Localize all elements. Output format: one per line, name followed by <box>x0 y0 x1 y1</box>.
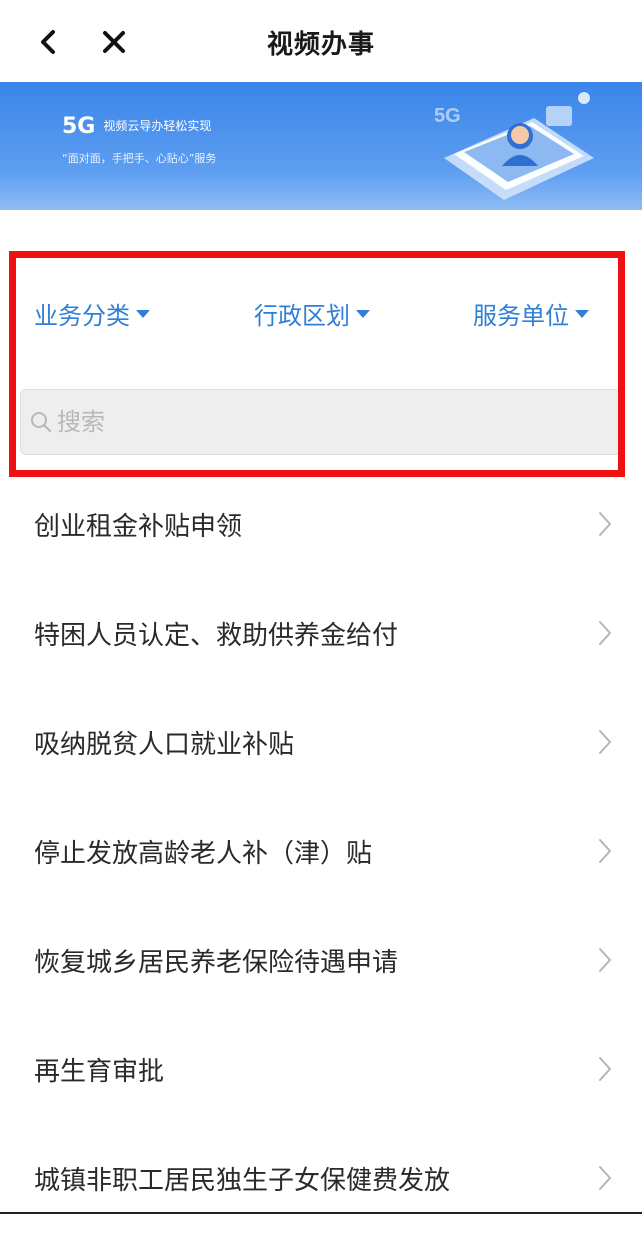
banner-5g-text: 5G <box>62 114 96 139</box>
top-nav-bar: 视频办事 <box>0 0 642 82</box>
filter-category-dropdown[interactable]: 业务分类 <box>34 296 150 331</box>
list-item[interactable]: 特困人员认定、救助供养金给付 <box>0 579 642 688</box>
caret-down-icon <box>356 309 370 318</box>
list-item-label: 城镇非职工居民独生子女保健费发放 <box>34 1166 451 1196</box>
caret-down-icon <box>575 309 589 318</box>
promo-banner: 5G 视频云导办轻松实现 “面对面，手把手、心贴心”服务 5G <box>0 82 642 210</box>
chevron-right-icon <box>599 512 611 536</box>
list-item[interactable]: 创业租金补贴申领 <box>0 470 642 579</box>
chevron-right-icon <box>599 839 611 863</box>
chevron-right-icon <box>599 1057 611 1081</box>
list-item-label: 特困人员认定、救助供养金给付 <box>34 621 399 651</box>
chevron-right-icon <box>599 948 611 972</box>
list-item-label: 停止发放高龄老人补（津）贴 <box>34 839 373 869</box>
list-item[interactable]: 恢复城乡居民养老保险待遇申请 <box>0 906 642 1015</box>
filter-unit-dropdown[interactable]: 服务单位 <box>473 296 589 331</box>
filter-category-label: 业务分类 <box>34 302 130 330</box>
search-input[interactable] <box>55 407 579 437</box>
chevron-right-icon <box>599 621 611 645</box>
search-icon <box>29 410 53 434</box>
list-item[interactable]: 停止发放高龄老人补（津）贴 <box>0 797 642 906</box>
search-box[interactable] <box>20 389 621 455</box>
filter-bar: 业务分类 行政区划 服务单位 <box>16 296 626 340</box>
list-item-label: 吸纳脱贫人口就业补贴 <box>34 730 295 760</box>
list-item-label: 恢复城乡居民养老保险待遇申请 <box>34 948 399 978</box>
page-title: 视频办事 <box>266 30 375 60</box>
list-item-label: 创业租金补贴申领 <box>34 512 243 542</box>
filter-unit-label: 服务单位 <box>473 302 569 330</box>
banner-line1: 视频云导办轻松实现 <box>103 119 212 133</box>
video-service-illustration: 5G <box>434 92 594 200</box>
chevron-right-icon <box>599 1166 611 1190</box>
filter-region-dropdown[interactable]: 行政区划 <box>254 296 370 331</box>
banner-art-5g-label: 5G <box>434 105 461 127</box>
list-item[interactable]: 城镇非职工居民独生子女保健费发放 <box>0 1124 642 1233</box>
banner-headline: 5G 视频云导办轻松实现 <box>62 114 211 139</box>
list-item-label: 再生育审批 <box>34 1057 165 1087</box>
caret-down-icon <box>136 309 150 318</box>
list-item[interactable]: 吸纳脱贫人口就业补贴 <box>0 688 642 797</box>
banner-line2: “面对面，手把手、心贴心”服务 <box>62 152 217 165</box>
filter-region-label: 行政区划 <box>254 302 350 330</box>
chevron-right-icon <box>599 730 611 754</box>
list-item[interactable]: 再生育审批 <box>0 1015 642 1124</box>
service-list: 创业租金补贴申领 特困人员认定、救助供养金给付 吸纳脱贫人口就业补贴 停止发放高… <box>0 470 642 1233</box>
